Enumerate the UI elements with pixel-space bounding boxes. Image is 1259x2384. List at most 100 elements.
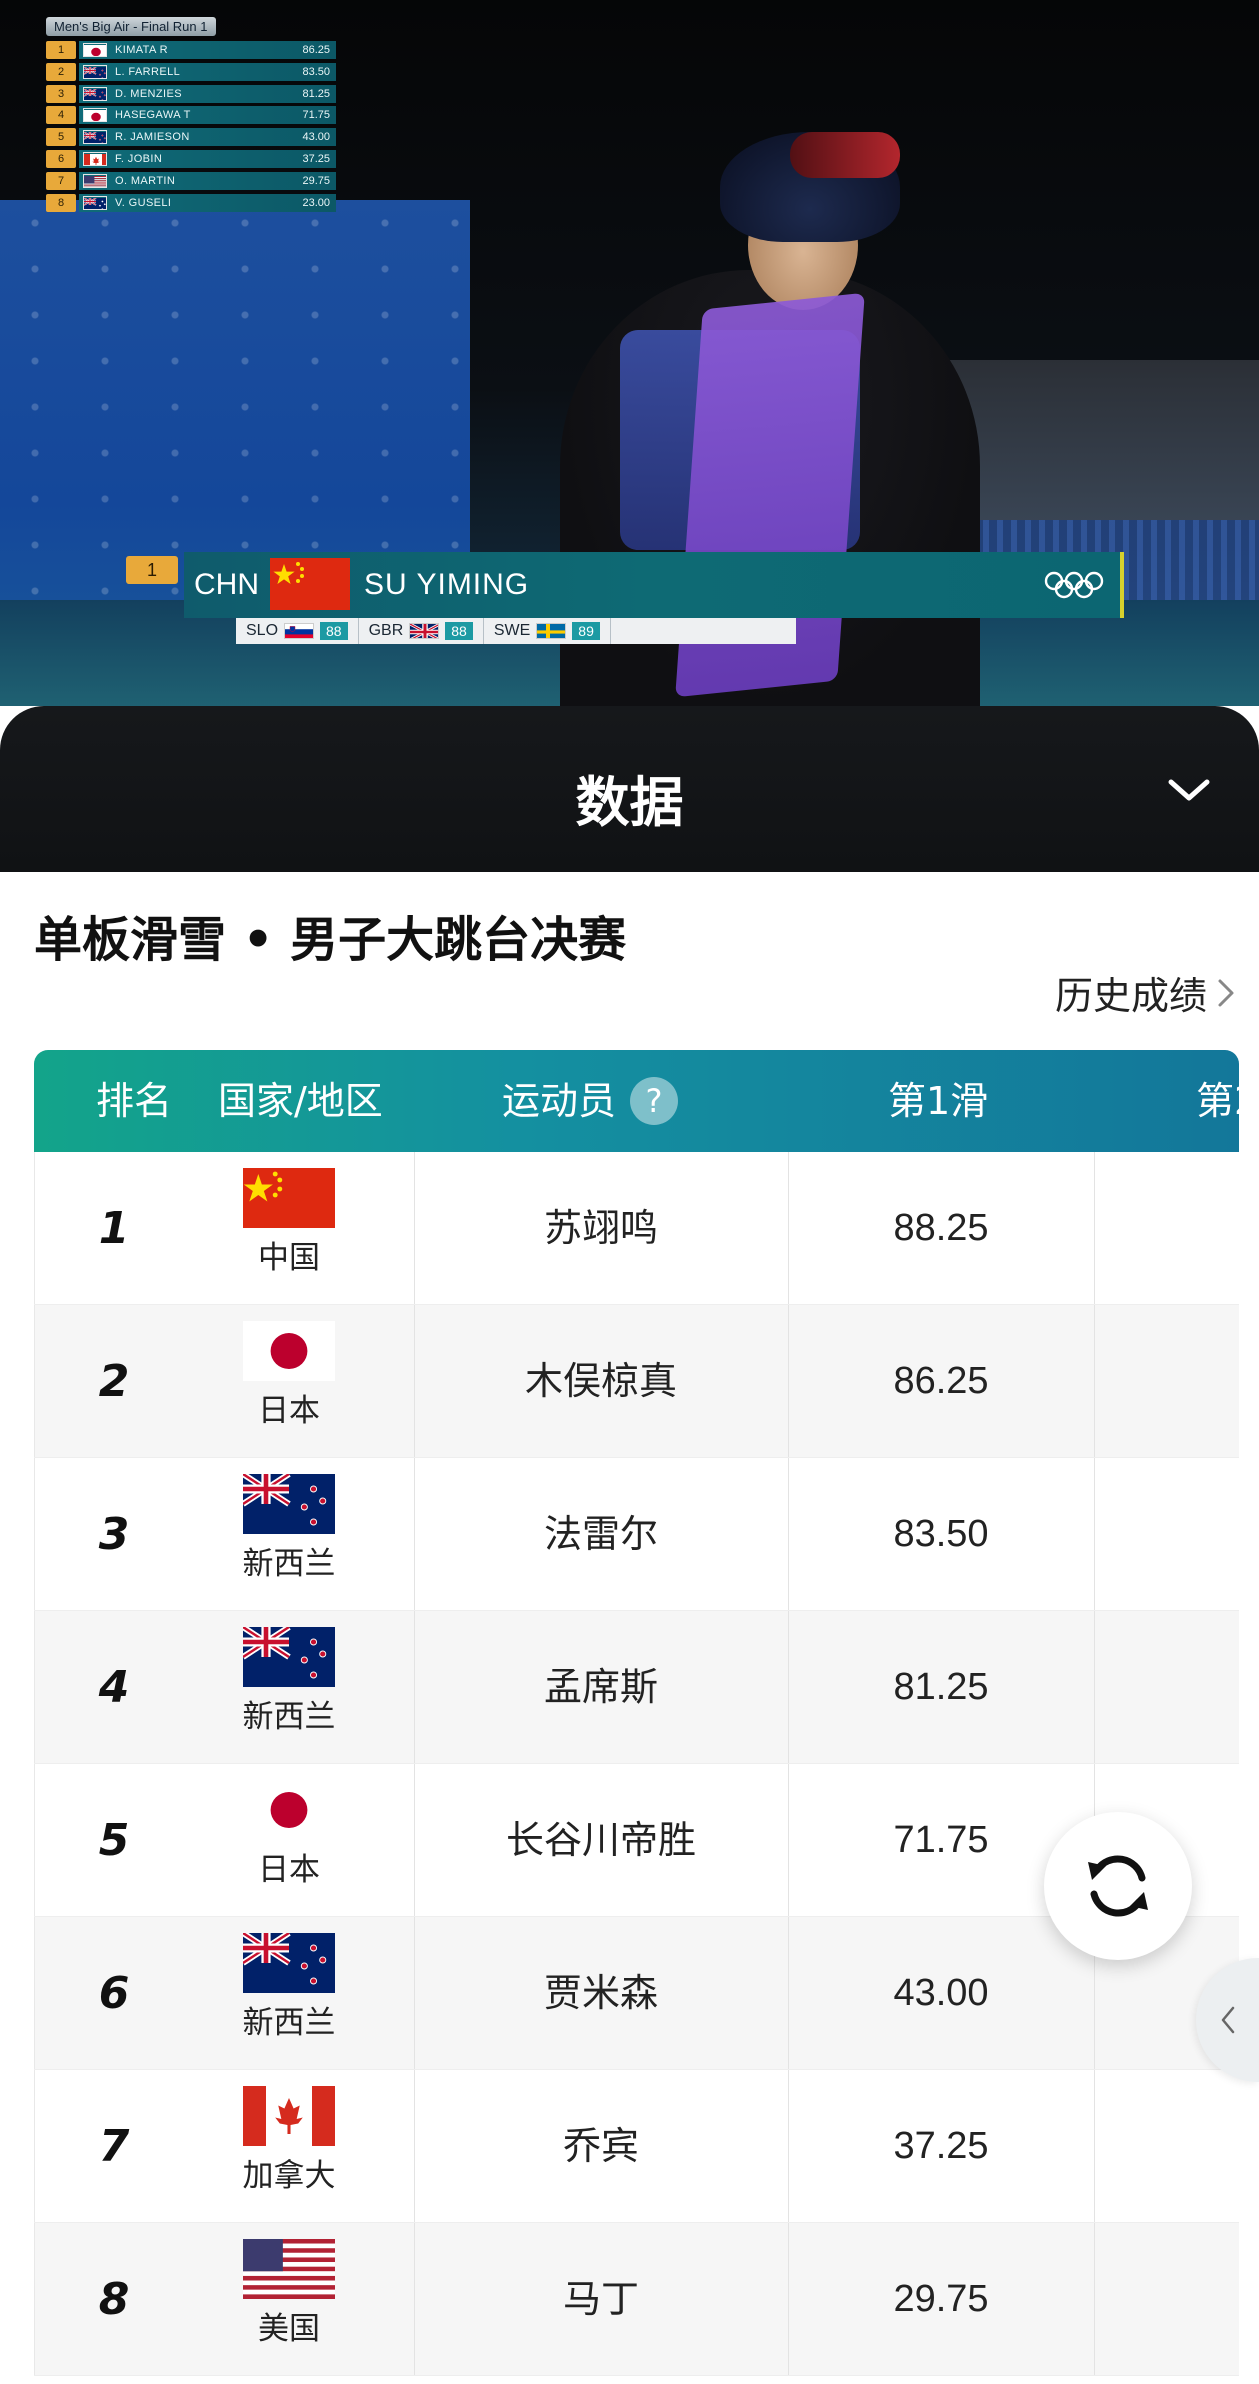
- scoreboard-rank: 1: [46, 41, 76, 59]
- help-icon[interactable]: ?: [630, 1077, 679, 1125]
- athlete-lower-third: 1 CHN SU YIMING SLO 88 GBR 88 SWE 89: [126, 548, 1126, 668]
- country-name: 新西兰: [242, 1546, 336, 1582]
- scoreboard-bar: L. FARRELL 83.50: [79, 62, 336, 81]
- sweden-flag-icon: [536, 623, 567, 639]
- athlete-goggles: [790, 132, 900, 178]
- scoreboard-row: 8 V. GUSELI 23.00: [46, 193, 336, 213]
- scoreboard-bar: V. GUSELI 23.00: [79, 193, 336, 212]
- new-zealand-flag-icon: [83, 130, 107, 145]
- judge-chip: SWE 89: [484, 618, 611, 644]
- scoreboard-score: 83.50: [302, 65, 330, 78]
- scoreboard-athlete: F. JOBIN: [115, 152, 163, 165]
- row-border: [34, 1458, 35, 1610]
- row-border: [34, 1305, 35, 1457]
- country-name: 日本: [258, 1852, 320, 1888]
- history-results-link[interactable]: 历史成绩: [1055, 965, 1235, 1020]
- run1-score-cell: 81.25: [893, 1666, 989, 1708]
- scoreboard-score: 29.75: [302, 174, 330, 187]
- header-run1: 第1滑: [888, 1079, 989, 1123]
- scoreboard-athlete: HASEGAWA T: [115, 109, 191, 122]
- table-body: 1 中国 苏翊鸣 88.25 2 日本 木俣椋真 86.25 3 新西兰 法雷尔 83.50 4 新西兰孟…: [34, 1152, 1239, 2376]
- new-zealand-flag-icon: [83, 64, 107, 79]
- scoreboard-bar: R. JAMIESON 43.00: [79, 128, 336, 147]
- table-row[interactable]: 7 加拿大 乔宾 37.25: [34, 2070, 1239, 2223]
- lower-third-athlete-name: SU YIMING: [364, 568, 530, 601]
- table-row[interactable]: 2 日本 木俣椋真 86.25: [34, 1305, 1239, 1458]
- scoreboard-rank: 6: [46, 149, 76, 168]
- scoreboard-title: Men's Big Air - Final Run 1: [46, 17, 216, 36]
- scoreboard-row: 7 O. MARTIN 29.75: [46, 171, 336, 191]
- athlete-cell[interactable]: 长谷川帝胜: [414, 1764, 788, 1917]
- scoreboard-score: 86.25: [302, 44, 330, 56]
- column-divider: [1094, 1305, 1095, 1457]
- scoreboard-athlete: O. MARTIN: [115, 174, 176, 187]
- athlete-cell[interactable]: 马丁: [414, 2223, 788, 2376]
- judge-score: 89: [572, 622, 600, 640]
- lower-third-rank: 1: [126, 556, 178, 584]
- header-rank: 排名: [96, 1079, 173, 1123]
- country-cell: 加拿大: [214, 2086, 364, 2195]
- scoreboard-rank: 4: [46, 106, 76, 125]
- scoreboard-row: 4 HASEGAWA T 71.75: [46, 105, 336, 125]
- table-header: 排名 国家/地区 运动员 ? 第1滑 第2滑: [34, 1050, 1239, 1152]
- panel-title: 数据: [575, 771, 684, 834]
- lower-third-bar: CHN SU YIMING: [184, 552, 1124, 618]
- country-cell: 日本: [214, 1780, 364, 1889]
- china-flag-icon: [243, 1168, 335, 1228]
- lower-third-country: CHN: [194, 568, 259, 601]
- athlete-cell[interactable]: 木俣椋真: [414, 1305, 788, 1458]
- scoreboard-athlete: KIMATA R: [115, 44, 168, 56]
- canada-flag-icon: [83, 151, 107, 166]
- athlete-cell[interactable]: 法雷尔: [414, 1458, 788, 1611]
- table-row[interactable]: 3 新西兰 法雷尔 83.50: [34, 1458, 1239, 1611]
- results-table: 排名 国家/地区 运动员 ? 第1滑 第2滑 1 中国 苏翊鸣 88.25 2 日本 木俣椋…: [34, 1050, 1239, 2384]
- scoreboard-row: 5 R. JAMIESON 43.00: [46, 127, 336, 147]
- data-panel-header: 数据: [0, 706, 1259, 872]
- rank-cell: 3: [98, 1509, 130, 1560]
- judge-country: SLO: [246, 622, 279, 639]
- scoreboard-score: 23.00: [302, 196, 330, 209]
- new-zealand-flag-icon: [243, 1474, 335, 1534]
- video-player[interactable]: Men's Big Air - Final Run 1 1 KIMATA R 86.…: [0, 0, 1259, 706]
- great-britain-flag-icon: [409, 623, 440, 639]
- row-border: [34, 1917, 35, 2069]
- scoreboard-score: 37.25: [302, 152, 330, 165]
- scoreboard-row: 3 D. MENZIES 81.25: [46, 84, 336, 104]
- table-row[interactable]: 8 美国 马丁 29.75: [34, 2223, 1239, 2376]
- table-row[interactable]: 6 新西兰 贾米森 43.00: [34, 1917, 1239, 2070]
- row-border: [34, 2070, 35, 2222]
- run1-score-cell: 29.75: [893, 2278, 989, 2320]
- japan-flag-icon: [83, 108, 107, 123]
- slovenia-flag-icon: [284, 623, 315, 639]
- chevron-down-icon[interactable]: [1165, 766, 1213, 814]
- scoreboard-bar: KIMATA R 86.25: [79, 41, 336, 59]
- event-title: 单板滑雪 • 男子大跳台决赛: [34, 912, 627, 968]
- scoreboard-bar: HASEGAWA T 71.75: [79, 106, 336, 125]
- chevron-left-icon: [1221, 2006, 1234, 2034]
- rank-cell: 5: [98, 1815, 130, 1866]
- table-row[interactable]: 4 新西兰 孟席斯 81.25: [34, 1611, 1239, 1764]
- country-cell: 新西兰: [214, 1474, 364, 1583]
- column-divider: [1094, 1611, 1095, 1763]
- athlete-cell[interactable]: 乔宾: [414, 2070, 788, 2223]
- canada-flag-icon: [243, 2086, 335, 2146]
- athlete-cell[interactable]: 孟席斯: [414, 1611, 788, 1764]
- athlete-cell[interactable]: 苏翊鸣: [414, 1152, 788, 1305]
- scoreboard-bar: O. MARTIN 29.75: [79, 171, 336, 190]
- country-cell: 中国: [214, 1168, 364, 1277]
- athlete-cell[interactable]: 贾米森: [414, 1917, 788, 2070]
- header-run2: 第2滑: [1196, 1079, 1239, 1123]
- column-divider: [1094, 2070, 1095, 2222]
- country-name: 日本: [258, 1393, 320, 1429]
- scoreboard-score: 81.25: [302, 87, 330, 100]
- chevron-right-icon: [1218, 979, 1234, 1006]
- column-divider: [1094, 1152, 1095, 1304]
- broadcast-scoreboard: Men's Big Air - Final Run 1 1 KIMATA R 86.…: [46, 16, 336, 214]
- header-country: 国家/地区: [218, 1079, 383, 1123]
- country-name: 美国: [258, 2311, 320, 2347]
- scoreboard-row: 6 F. JOBIN 37.25: [46, 149, 336, 169]
- refresh-button[interactable]: [1044, 1812, 1192, 1960]
- rank-cell: 4: [98, 1662, 130, 1713]
- country-cell: 新西兰: [214, 1933, 364, 2042]
- table-row[interactable]: 1 中国 苏翊鸣 88.25: [34, 1152, 1239, 1305]
